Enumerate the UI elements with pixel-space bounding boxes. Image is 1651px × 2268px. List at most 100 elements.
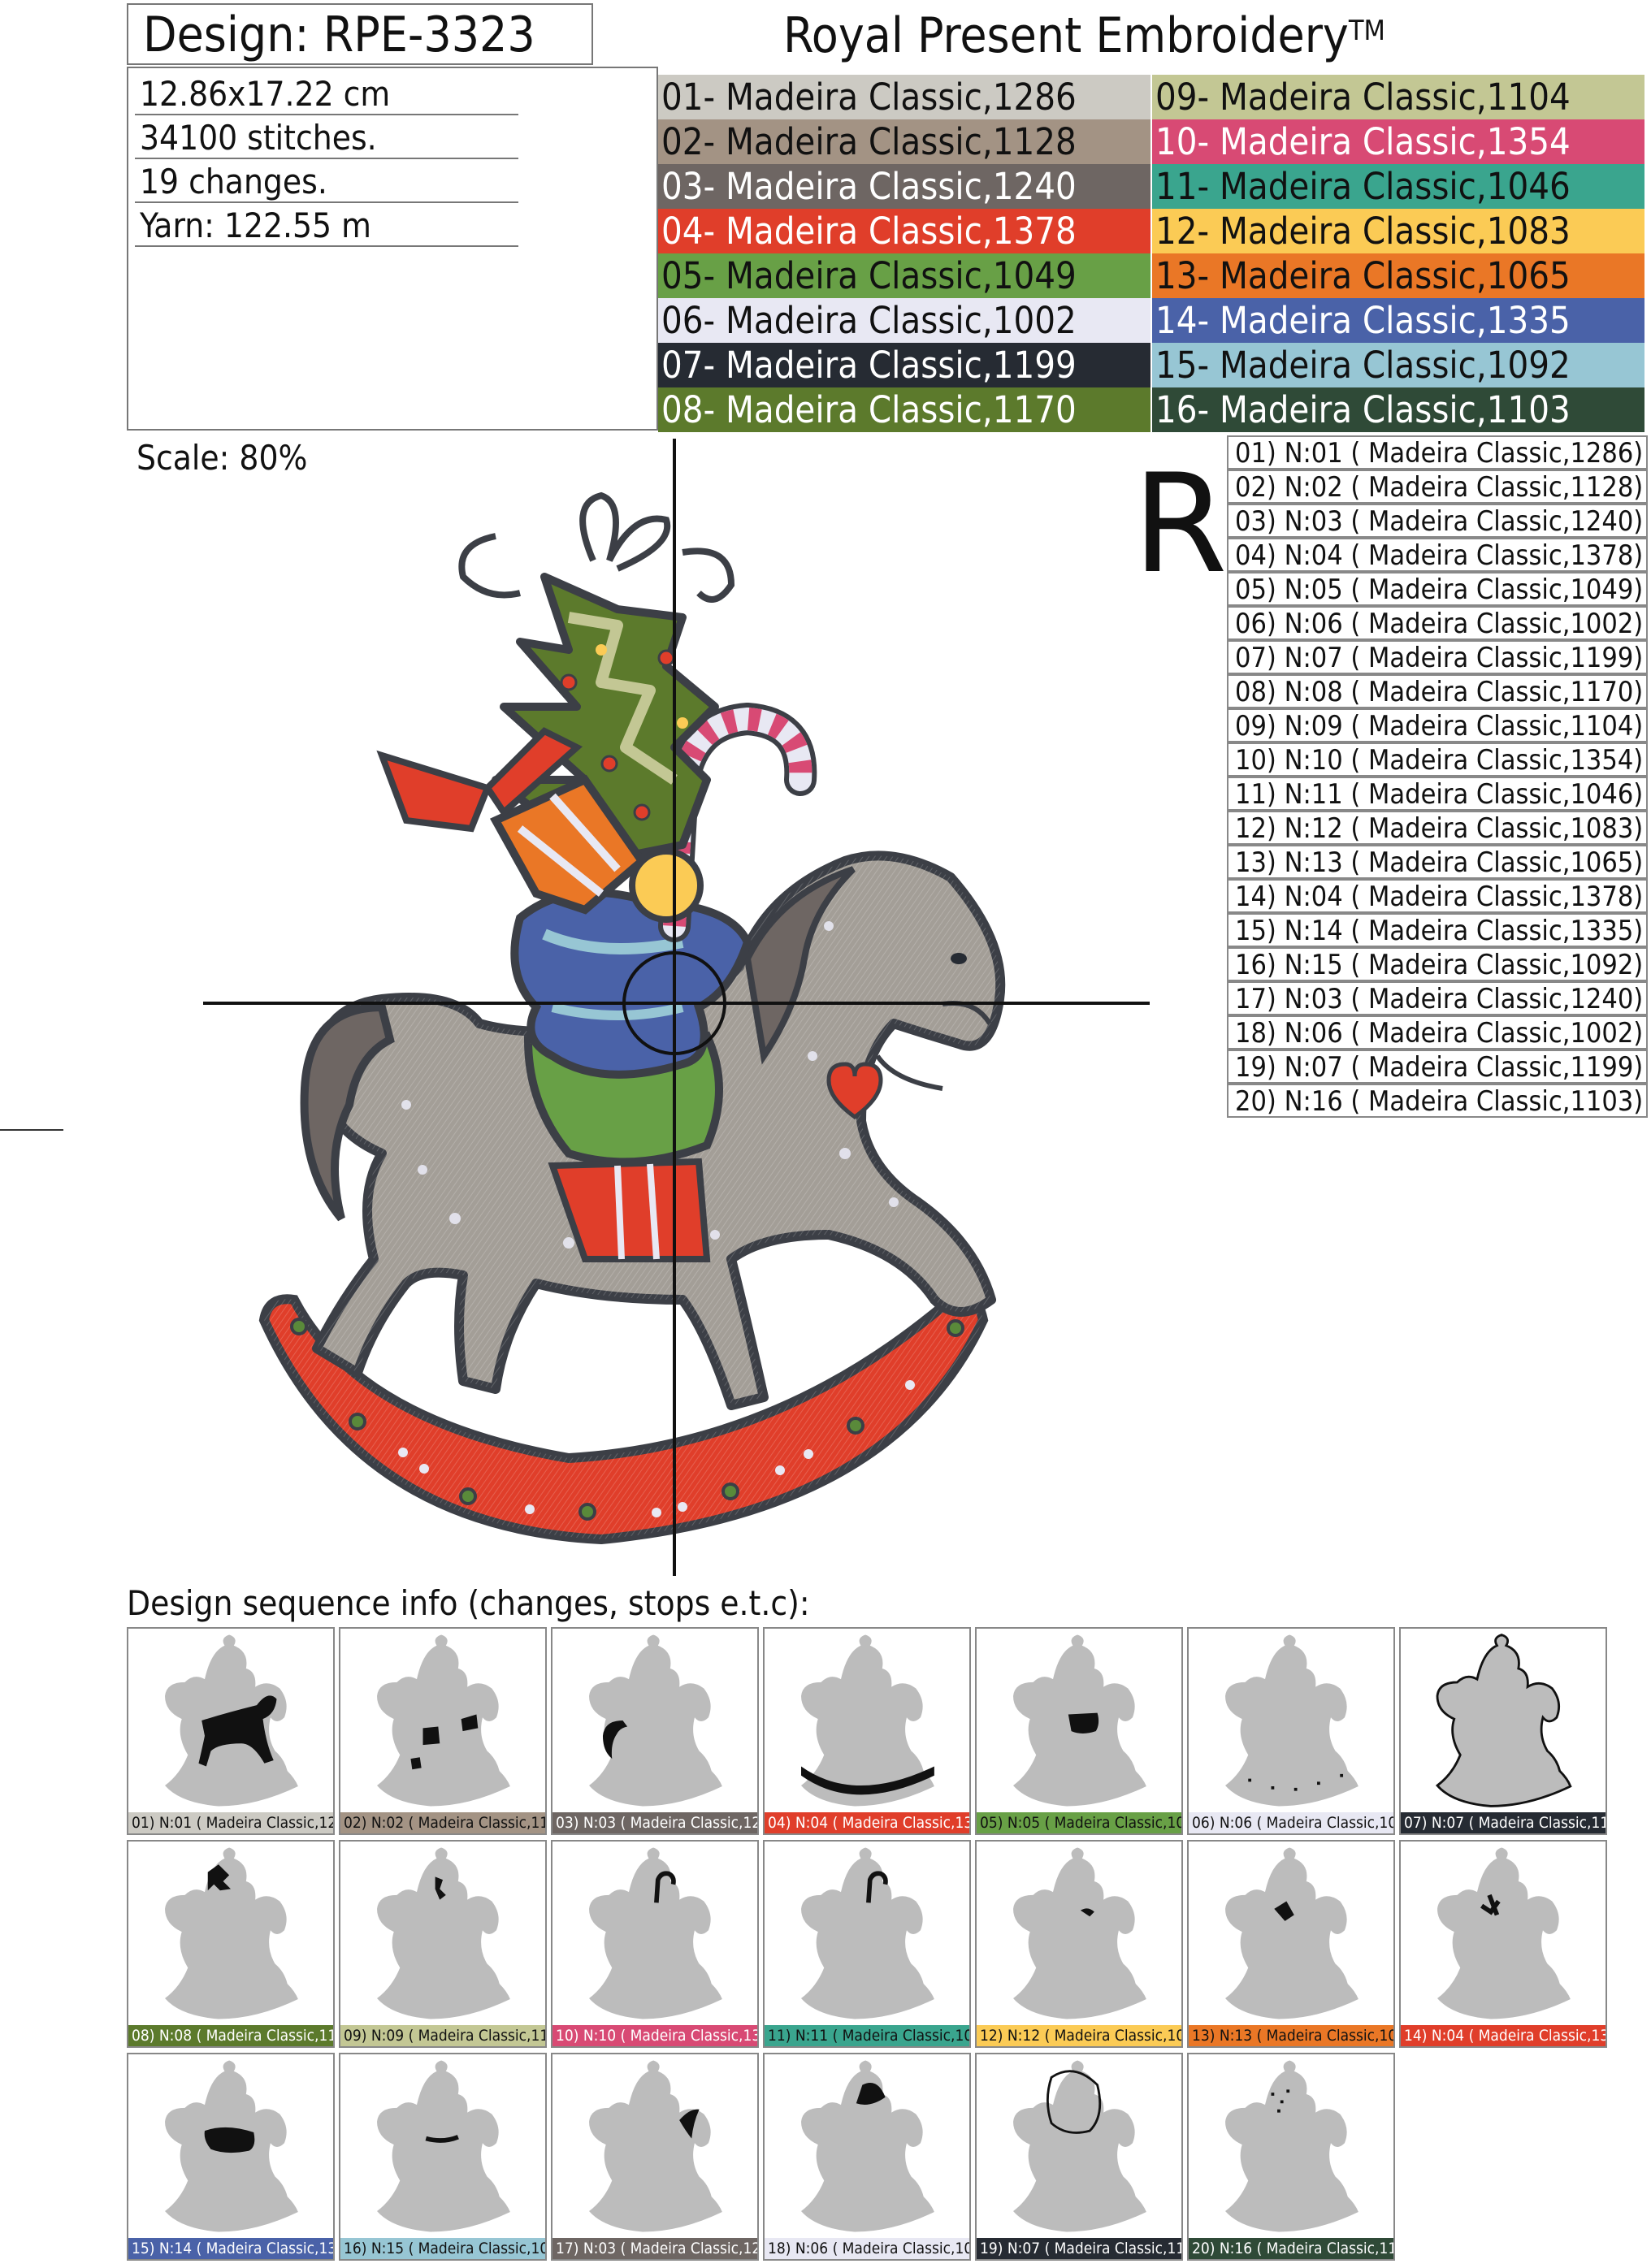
- thumbnail-highlight: [204, 2127, 255, 2153]
- sequence-step-01: 01) N:01 ( Madeira Classic,1286): [1227, 435, 1648, 470]
- thumbnail-caption: 05) N:05 ( Madeira Classic,1049): [977, 1812, 1181, 1833]
- sequence-step-05: 05) N:05 ( Madeira Classic,1049): [1227, 572, 1648, 606]
- thumbnail-art: [165, 2060, 298, 2232]
- thumbnail-art: [801, 2060, 934, 2232]
- thumbnail-caption: 03) N:03 ( Madeira Classic,1240): [552, 1812, 757, 1833]
- sequence-step-02: 02) N:02 ( Madeira Classic,1128): [1227, 470, 1648, 504]
- yarn-length: Yarn: 122.55 m: [135, 203, 518, 247]
- thumbnail-silhouette: [1225, 1634, 1358, 1807]
- sequence-thumbnail-04: 04) N:04 ( Madeira Classic,1378): [763, 1627, 971, 1835]
- thumbnail-silhouette: [801, 1847, 934, 2019]
- thread-swatch-09: 09- Madeira Classic,1104: [1152, 75, 1644, 119]
- thread-palette: 01- Madeira Classic,1286 02- Madeira Clas…: [658, 75, 1644, 432]
- thread-swatch-01: 01- Madeira Classic,1286: [658, 75, 1150, 119]
- sequence-thumbnail-10: 10) N:10 ( Madeira Classic,1354): [551, 1840, 759, 2048]
- thumbnail-art: [589, 1634, 722, 1807]
- thumbnail-caption: 13) N:13 ( Madeira Classic,1065): [1189, 2025, 1393, 2046]
- rocking-horse-embroidery-preview: [203, 439, 1150, 1576]
- thumbnail-caption: 02) N:02 ( Madeira Classic,1128): [340, 1812, 545, 1833]
- thumbnail-caption: 08) N:08 ( Madeira Classic,1170): [128, 2025, 333, 2046]
- sequence-step-08: 08) N:08 ( Madeira Classic,1170): [1227, 674, 1648, 708]
- design-info-panel: 12.86x17.22 cm 34100 stitches. 19 change…: [127, 67, 658, 431]
- thread-swatch-08: 08- Madeira Classic,1170: [658, 387, 1150, 432]
- thread-swatch-02: 02- Madeira Classic,1128: [658, 119, 1150, 164]
- thumbnail-silhouette: [589, 1847, 722, 2019]
- sequence-thumbnail-18: 18) N:06 ( Madeira Classic,1002): [763, 2053, 971, 2261]
- thumbnail-highlight: [1068, 1712, 1099, 1734]
- sequence-thumbnail-06: 06) N:06 ( Madeira Classic,1002): [1187, 1627, 1395, 1835]
- sequence-thumbnail-09: 09) N:09 ( Madeira Classic,1104): [339, 1840, 547, 2048]
- sequence-step-14: 14) N:04 ( Madeira Classic,1378): [1227, 879, 1648, 913]
- sequence-thumbnail-13: 13) N:13 ( Madeira Classic,1065): [1187, 1840, 1395, 2048]
- thumbnail-silhouette: [1013, 2060, 1146, 2232]
- sequence-step-04: 04) N:04 ( Madeira Classic,1378): [1227, 538, 1648, 572]
- thread-swatch-13: 13- Madeira Classic,1065: [1152, 253, 1644, 298]
- thread-swatch-06: 06- Madeira Classic,1002: [658, 298, 1150, 343]
- thumbnail-caption: 18) N:06 ( Madeira Classic,1002): [765, 2238, 969, 2259]
- thumbnail-caption: 10) N:10 ( Madeira Classic,1354): [552, 2025, 757, 2046]
- thumbnail-silhouette: [165, 1847, 298, 2019]
- thread-swatch-16: 16- Madeira Classic,1103: [1152, 387, 1644, 432]
- margin-tick: [0, 1129, 63, 1131]
- sequence-step-19: 19) N:07 ( Madeira Classic,1199): [1227, 1050, 1648, 1084]
- sequence-step-03: 03) N:03 ( Madeira Classic,1240): [1227, 504, 1648, 538]
- sequence-thumbnail-03: 03) N:03 ( Madeira Classic,1240): [551, 1627, 759, 1835]
- thumbnail-art: [1225, 1847, 1358, 2019]
- thumbnail-caption: 11) N:11 ( Madeira Classic,1046): [765, 2025, 969, 2046]
- thread-swatch-04: 04- Madeira Classic,1378: [658, 209, 1150, 253]
- thumbnail-art: [589, 2060, 722, 2232]
- sequence-step-11: 11) N:11 ( Madeira Classic,1046): [1227, 777, 1648, 811]
- stitch-count: 34100 stitches.: [135, 115, 518, 159]
- thumbnail-art: [1437, 1847, 1571, 2019]
- sequence-thumbnail-07: 07) N:07 ( Madeira Classic,1199): [1399, 1627, 1607, 1835]
- sequence-step-18: 18) N:06 ( Madeira Classic,1002): [1227, 1015, 1648, 1050]
- thumbnail-caption: 04) N:04 ( Madeira Classic,1378): [765, 1812, 969, 1833]
- thumbnail-art: [1225, 2060, 1358, 2232]
- thumbnail-silhouette: [589, 2060, 722, 2232]
- thumbnail-art: [377, 1634, 510, 1807]
- thread-swatch-12: 12- Madeira Classic,1083: [1152, 209, 1644, 253]
- thumbnail-caption: 15) N:14 ( Madeira Classic,1335): [128, 2238, 333, 2259]
- thread-swatch-11: 11- Madeira Classic,1046: [1152, 164, 1644, 209]
- thumbnail-caption: 12) N:12 ( Madeira Classic,1083): [977, 2025, 1181, 2046]
- sequence-thumbnail-15: 15) N:14 ( Madeira Classic,1335): [127, 2053, 335, 2261]
- thread-swatch-05: 05- Madeira Classic,1049: [658, 253, 1150, 298]
- thumbnail-art: [1225, 1634, 1358, 1807]
- thumbnail-caption: 06) N:06 ( Madeira Classic,1002): [1189, 1812, 1393, 1833]
- color-changes: 19 changes.: [135, 159, 518, 203]
- sequence-thumbnail-05: 05) N:05 ( Madeira Classic,1049): [975, 1627, 1183, 1835]
- thumbnail-caption: 09) N:09 ( Madeira Classic,1104): [340, 2025, 545, 2046]
- sequence-thumbnail-08: 08) N:08 ( Madeira Classic,1170): [127, 1840, 335, 2048]
- thumbnail-silhouette: [1013, 1847, 1146, 2019]
- sequence-step-13: 13) N:13 ( Madeira Classic,1065): [1227, 845, 1648, 879]
- sequence-step-17: 17) N:03 ( Madeira Classic,1240): [1227, 981, 1648, 1015]
- sequence-step-15: 15) N:14 ( Madeira Classic,1335): [1227, 913, 1648, 947]
- sequence-step-09: 09) N:09 ( Madeira Classic,1104): [1227, 708, 1648, 742]
- sequence-thumbnail-20: 20) N:16 ( Madeira Classic,1103): [1187, 2053, 1395, 2261]
- thumbnail-caption: 20) N:16 ( Madeira Classic,1103): [1189, 2238, 1393, 2259]
- sequence-thumbnail-14: 14) N:04 ( Madeira Classic,1378): [1399, 1840, 1607, 2048]
- design-size: 12.86x17.22 cm: [135, 71, 518, 115]
- thumbnail-art: [589, 1847, 722, 2019]
- thumbnail-silhouette: [1437, 1847, 1571, 2019]
- sequence-title: Design sequence info (changes, stops e.t…: [127, 1583, 810, 1623]
- brand-name: Royal Present Embroidery: [783, 7, 1349, 64]
- thumbnail-art: [801, 1847, 934, 2019]
- sequence-step-16: 16) N:15 ( Madeira Classic,1092): [1227, 947, 1648, 981]
- thumbnail-caption: 19) N:07 ( Madeira Classic,1199): [977, 2238, 1181, 2259]
- thread-swatch-14: 14- Madeira Classic,1335: [1152, 298, 1644, 343]
- thumbnail-art: [1013, 1847, 1146, 2019]
- thread-swatch-10: 10- Madeira Classic,1354: [1152, 119, 1644, 164]
- sequence-thumbnail-02: 02) N:02 ( Madeira Classic,1128): [339, 1627, 547, 1835]
- thumbnail-silhouette: [589, 1634, 722, 1807]
- thread-swatch-07: 07- Madeira Classic,1199: [658, 343, 1150, 387]
- thumbnail-caption: 16) N:15 ( Madeira Classic,1092): [340, 2238, 545, 2259]
- sequence-thumbnail-19: 19) N:07 ( Madeira Classic,1199): [975, 2053, 1183, 2261]
- sequence-thumbnail-17: 17) N:03 ( Madeira Classic,1240): [551, 2053, 759, 2261]
- thumbnail-caption: 17) N:03 ( Madeira Classic,1240): [552, 2238, 757, 2259]
- sequence-step-20: 20) N:16 ( Madeira Classic,1103): [1227, 1084, 1648, 1118]
- sequence-step-06: 06) N:06 ( Madeira Classic,1002): [1227, 606, 1648, 640]
- sequence-thumbnail-16: 16) N:15 ( Madeira Classic,1092): [339, 2053, 547, 2261]
- thumbnail-art: [165, 1847, 298, 2019]
- thumbnail-art: [1013, 1634, 1146, 1807]
